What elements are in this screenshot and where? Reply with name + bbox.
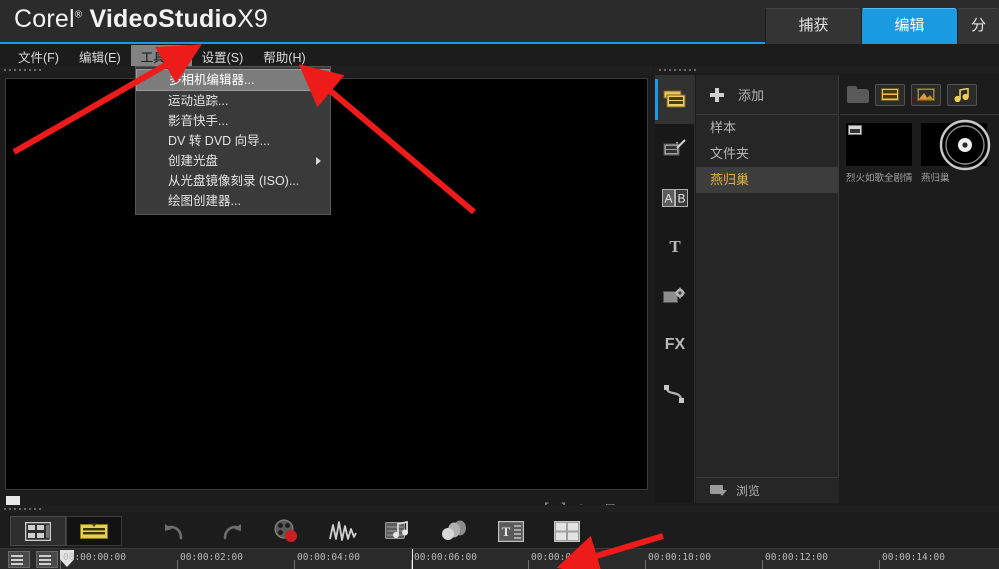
multicam-editor-icon[interactable] <box>552 516 582 546</box>
photo-filter-icon <box>917 88 935 101</box>
library-drag-handle[interactable] <box>655 66 999 73</box>
corel-videostudio-window: Corel® VideoStudioX9 捕获 编辑 分 文件(F) 编辑(E)… <box>0 0 999 569</box>
storyboard-view-icon <box>25 521 51 541</box>
menu-settings[interactable]: 设置(S) <box>192 45 254 68</box>
subtitle-editor-icon[interactable]: T <box>496 516 526 546</box>
rail-path[interactable] <box>655 369 695 418</box>
timeline-tick-marks[interactable]: 00:00:00:00 00:00:02:00 00:00:04:00 00:0… <box>60 549 999 569</box>
tab-capture[interactable]: 捕获 <box>765 8 861 44</box>
tools-dropdown-menu: 多相机编辑器... 运动追踪... 影音快手... DV 转 DVD 向导...… <box>135 66 331 215</box>
folder-item-samples[interactable]: 样本 <box>696 115 838 141</box>
tab-share[interactable]: 分 <box>957 8 999 44</box>
track-manager-icon[interactable] <box>8 551 30 568</box>
auto-music-icon[interactable] <box>384 516 414 546</box>
library-filter-bar <box>840 75 999 115</box>
show-audio-button[interactable] <box>947 83 977 106</box>
timeline-tool-buttons: T <box>160 516 582 546</box>
library-folder-list: 添加 样本 文件夹 燕归巢 <box>696 75 839 503</box>
workspace-tabs: 捕获 编辑 分 <box>765 8 999 44</box>
menu-item-dv-to-dvd-wizard[interactable]: DV 转 DVD 向导... <box>136 131 330 151</box>
fx-icon: FX <box>664 335 686 353</box>
browse-button[interactable]: 浏览 <box>696 477 839 503</box>
menu-item-create-disc-label: 创建光盘 <box>168 154 219 168</box>
library-item-video-caption: 烈火如歌全剧情剪... <box>846 173 912 184</box>
brand-prefix: Corel <box>14 5 75 33</box>
browse-label: 浏览 <box>736 484 761 498</box>
library-pane: A B T FX 添加 样本 文件夹 燕归巢 烈火如歌全剧情 燕归巢 浏览 <box>655 66 999 503</box>
brand-registered-mark: ® <box>74 9 83 21</box>
disc-icon <box>939 119 991 171</box>
menu-edit[interactable]: 编辑(E) <box>69 45 131 68</box>
rail-graphics[interactable] <box>655 271 695 320</box>
film-strip-badge-icon <box>848 125 862 135</box>
library-item-video[interactable]: 烈火如歌全剧情剪... <box>846 123 912 184</box>
rail-filters[interactable]: FX <box>655 320 695 369</box>
add-media-button[interactable]: 添加 <box>696 75 838 115</box>
svg-text:T: T <box>502 524 511 539</box>
folder-icon[interactable] <box>847 86 869 103</box>
brand-main: VideoStudio <box>89 5 238 33</box>
add-track-icon[interactable] <box>36 551 58 568</box>
library-item-video-art <box>846 123 912 166</box>
svg-text:B: B <box>677 191 685 205</box>
instant-project-icon <box>663 139 686 156</box>
timeline-ruler: 00:00:00:00 00:00:02:00 00:00:04:00 00:0… <box>0 548 999 569</box>
rail-transitions[interactable]: A B <box>655 173 695 222</box>
rail-titles[interactable]: T <box>655 222 695 271</box>
add-media-label: 添加 <box>738 88 765 103</box>
menu-item-motion-tracking[interactable]: 运动追踪... <box>136 91 330 111</box>
menu-item-highlight-reel[interactable]: 影音快手... <box>136 111 330 131</box>
menu-tools[interactable]: 工具(T) <box>130 44 192 68</box>
menu-bar: 文件(F) 编辑(E) 工具(T) 设置(S) 帮助(H) <box>0 44 999 68</box>
chevron-right-icon <box>316 157 321 165</box>
title-bar: Corel® VideoStudioX9 捕获 编辑 分 <box>0 0 999 44</box>
menu-item-painting-creator[interactable]: 绘图创建器... <box>136 191 330 211</box>
video-filter-icon <box>881 88 899 101</box>
rail-instant-project[interactable] <box>655 124 695 173</box>
library-thumbnails: 烈火如歌全剧情剪... 燕归巢 <box>840 115 999 184</box>
library-item-audio-art <box>921 119 991 171</box>
menu-help[interactable]: 帮助(H) <box>253 45 315 68</box>
library-item-audio[interactable]: 燕归巢 <box>921 119 991 184</box>
storyboard-view-button[interactable] <box>10 516 66 546</box>
path-motion-icon <box>664 384 684 403</box>
timeline-view-switcher <box>10 516 122 546</box>
redo-icon[interactable] <box>216 516 246 546</box>
folder-item-folders[interactable]: 文件夹 <box>696 141 838 167</box>
timeline-view-icon <box>80 522 108 539</box>
transitions-ab-icon: A B <box>662 188 688 207</box>
record-capture-icon[interactable] <box>272 516 302 546</box>
graphics-icon <box>663 287 686 303</box>
brand-suffix: X9 <box>237 5 269 33</box>
folder-item-yanguichao[interactable]: 燕归巢 <box>696 167 838 193</box>
motion-tracking-icon[interactable] <box>440 516 470 546</box>
tab-edit[interactable]: 编辑 <box>861 8 957 44</box>
media-library-icon <box>663 90 686 108</box>
show-videos-button[interactable] <box>875 83 905 106</box>
audio-filter-icon <box>954 87 969 102</box>
track-manager-buttons <box>8 551 58 568</box>
audio-mixer-icon[interactable] <box>328 516 358 546</box>
timeline-view-button[interactable] <box>66 516 122 546</box>
menu-item-create-disc[interactable]: 创建光盘 <box>136 151 330 171</box>
timeline-drag-handle[interactable] <box>0 505 999 512</box>
ruler-playhead-line <box>412 549 413 569</box>
plus-icon <box>710 87 724 102</box>
menu-item-multicam-editor[interactable]: 多相机编辑器... <box>136 69 330 91</box>
rail-media-library[interactable] <box>655 75 695 124</box>
menu-item-burn-from-iso[interactable]: 从光盘镜像刻录 (ISO)... <box>136 171 330 191</box>
show-photos-button[interactable] <box>911 83 941 106</box>
svg-text:A: A <box>664 191 672 205</box>
undo-icon[interactable] <box>160 516 190 546</box>
library-content: 烈火如歌全剧情剪... 燕归巢 ‹ <box>840 75 999 503</box>
app-brand: Corel® VideoStudioX9 <box>14 5 268 34</box>
browse-icon <box>710 484 727 497</box>
library-item-audio-caption: 燕归巢 <box>921 173 950 184</box>
library-icon-rail: A B T FX <box>655 75 695 503</box>
title-t-icon: T <box>669 236 681 256</box>
menu-file[interactable]: 文件(F) <box>8 45 69 68</box>
